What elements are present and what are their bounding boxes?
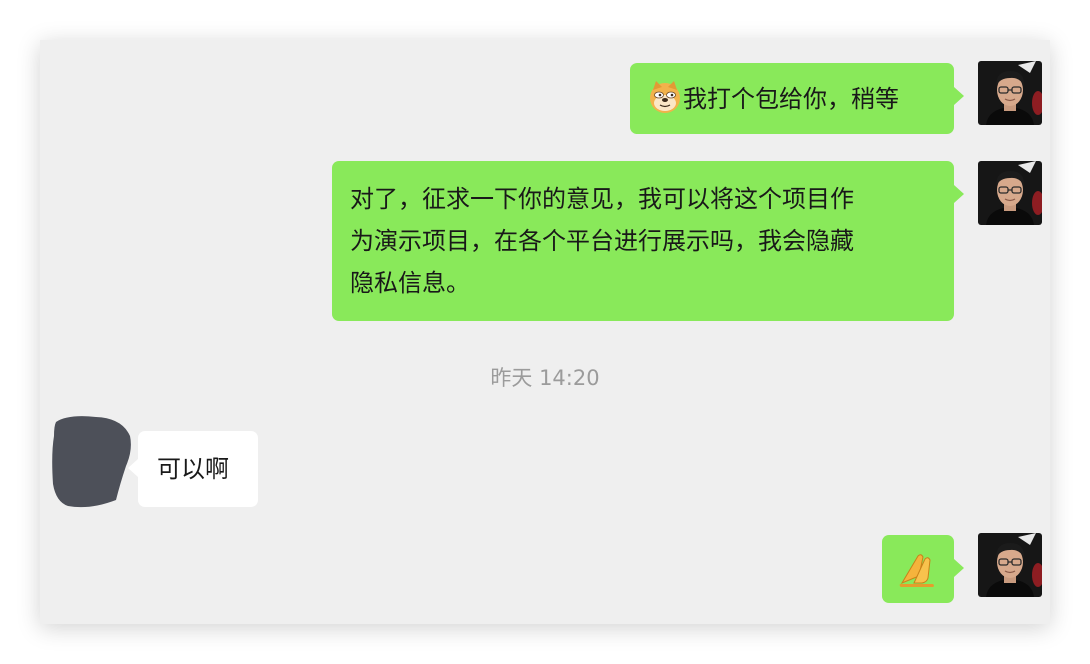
redacted-avatar-icon: [52, 416, 131, 508]
incoming-message-bubble[interactable]: 可以啊: [128, 431, 258, 507]
chat-window: 我打个包给你，稍等 对了，征求一下你的意见，我可以将这个项目作 为演示项目，在各…: [40, 40, 1050, 624]
my-avatar[interactable]: [978, 61, 1042, 125]
my-avatar[interactable]: [978, 533, 1042, 597]
message-text-line: 隐私信息。: [350, 269, 470, 297]
user-avatar-photo-icon: [978, 161, 1042, 225]
folded-hands-emoji-icon: [899, 554, 934, 587]
outgoing-message-bubble[interactable]: [882, 535, 964, 603]
contact-avatar-redacted[interactable]: [50, 414, 134, 510]
message-text-line: 对了，征求一下你的意见，我可以将这个项目作: [350, 185, 854, 213]
message-text: 我打个包给你，稍等: [683, 85, 899, 113]
doge-emoji-icon: [650, 81, 680, 113]
message-timestamp: 昨天 14:20: [490, 366, 600, 390]
message-text: 可以啊: [157, 455, 229, 483]
message-text-line: 为演示项目，在各个平台进行展示吗，我会隐藏: [350, 227, 854, 255]
user-avatar-photo-icon: [978, 533, 1042, 597]
outgoing-message-bubble[interactable]: 对了，征求一下你的意见，我可以将这个项目作 为演示项目，在各个平台进行展示吗，我…: [332, 161, 964, 321]
outgoing-message-bubble[interactable]: 我打个包给你，稍等: [630, 63, 964, 134]
my-avatar[interactable]: [978, 161, 1042, 225]
user-avatar-photo-icon: [978, 61, 1042, 125]
